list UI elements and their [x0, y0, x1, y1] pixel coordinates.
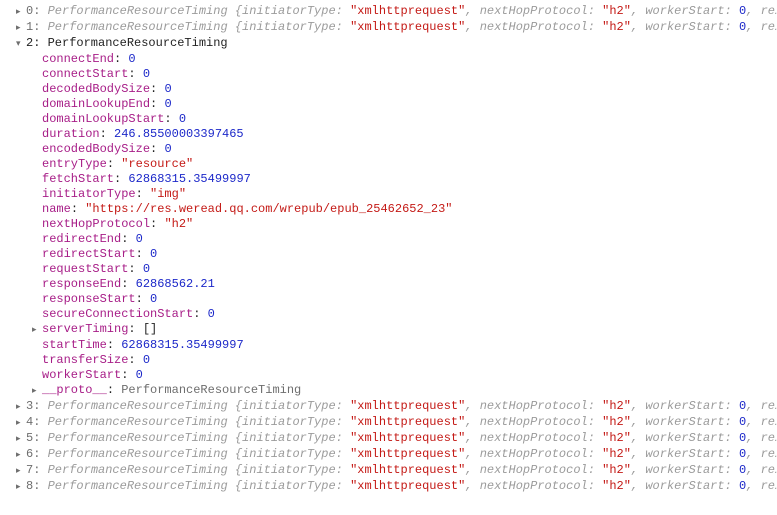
object-property[interactable]: domainLookupStart: 0 [4, 112, 773, 127]
prop-value: 0 [208, 307, 215, 321]
expand-toggle-icon[interactable] [16, 20, 26, 36]
prop-key: responseStart [42, 292, 136, 306]
proto-key: __proto__ [42, 383, 107, 397]
prop-key: redirectStart [42, 247, 136, 261]
prop-key: redirectEnd [42, 232, 121, 246]
prop-value: 0 [150, 292, 157, 306]
prop-key: startTime [42, 338, 107, 352]
object-property[interactable]: initiatorType: "img" [4, 187, 773, 202]
prop-key: duration [42, 127, 100, 141]
object-proto[interactable]: __proto__: PerformanceResourceTiming [4, 383, 773, 399]
prop-value: 0 [136, 368, 143, 382]
object-property[interactable]: duration: 246.85500003397465 [4, 127, 773, 142]
object-property[interactable]: secureConnectionStart: 0 [4, 307, 773, 322]
object-property[interactable]: encodedBodySize: 0 [4, 142, 773, 157]
prop-key: requestStart [42, 262, 128, 276]
expand-toggle-icon[interactable] [16, 415, 26, 431]
prop-value: "resource" [121, 157, 193, 171]
prop-key: domainLookupStart [42, 112, 164, 126]
prop-value: 0 [164, 97, 171, 111]
prop-key: initiatorType [42, 187, 136, 201]
prop-value: 62868562.21 [136, 277, 215, 291]
prop-value: 0 [136, 232, 143, 246]
object-property[interactable]: fetchStart: 62868315.35499997 [4, 172, 773, 187]
array-item-collapsed[interactable]: 6: PerformanceResourceTiming {initiatorT… [4, 447, 773, 463]
prop-key: name [42, 202, 71, 216]
expand-toggle-icon[interactable] [16, 447, 26, 463]
expand-toggle-icon[interactable] [16, 463, 26, 479]
prop-key: domainLookupEnd [42, 97, 150, 111]
array-item-collapsed[interactable]: 1: PerformanceResourceTiming {initiatorT… [4, 20, 773, 36]
prop-value: "img" [150, 187, 186, 201]
expand-toggle-icon[interactable] [32, 322, 42, 338]
prop-key: encodedBodySize [42, 142, 150, 156]
collapse-toggle-icon[interactable] [16, 36, 26, 52]
array-item-collapsed[interactable]: 3: PerformanceResourceTiming {initiatorT… [4, 399, 773, 415]
prop-value: 0 [164, 82, 171, 96]
expand-toggle-icon[interactable] [16, 479, 26, 495]
prop-value: 0 [128, 52, 135, 66]
prop-value: "h2" [164, 217, 193, 231]
proto-value: PerformanceResourceTiming [121, 383, 301, 397]
prop-value: 0 [143, 67, 150, 81]
expand-toggle-icon[interactable] [16, 399, 26, 415]
object-property[interactable]: workerStart: 0 [4, 368, 773, 383]
expand-toggle-icon[interactable] [32, 383, 42, 399]
prop-value: 0 [143, 262, 150, 276]
prop-key: entryType [42, 157, 107, 171]
prop-key: connectStart [42, 67, 128, 81]
prop-key: fetchStart [42, 172, 114, 186]
array-item-collapsed[interactable]: 8: PerformanceResourceTiming {initiatorT… [4, 479, 773, 495]
object-property[interactable]: responseStart: 0 [4, 292, 773, 307]
object-property[interactable]: startTime: 62868315.35499997 [4, 338, 773, 353]
object-property[interactable]: connectStart: 0 [4, 67, 773, 82]
array-item-expanded[interactable]: 2: PerformanceResourceTiming [4, 36, 773, 52]
expand-toggle-icon[interactable] [16, 431, 26, 447]
prop-key: connectEnd [42, 52, 114, 66]
prop-value: 246.85500003397465 [114, 127, 244, 141]
array-item-collapsed[interactable]: 4: PerformanceResourceTiming {initiatorT… [4, 415, 773, 431]
prop-value: [] [143, 322, 157, 336]
object-property[interactable]: requestStart: 0 [4, 262, 773, 277]
prop-value: 0 [179, 112, 186, 126]
object-property[interactable]: responseEnd: 62868562.21 [4, 277, 773, 292]
prop-key: serverTiming [42, 322, 128, 336]
prop-value: 0 [143, 353, 150, 367]
array-item-collapsed[interactable]: 5: PerformanceResourceTiming {initiatorT… [4, 431, 773, 447]
object-property[interactable]: nextHopProtocol: "h2" [4, 217, 773, 232]
array-item-collapsed[interactable]: 7: PerformanceResourceTiming {initiatorT… [4, 463, 773, 479]
array-item-collapsed[interactable]: 0: PerformanceResourceTiming {initiatorT… [4, 4, 773, 20]
prop-value: 62868315.35499997 [121, 338, 243, 352]
object-property[interactable]: redirectStart: 0 [4, 247, 773, 262]
object-property[interactable]: decodedBodySize: 0 [4, 82, 773, 97]
prop-key: transferSize [42, 353, 128, 367]
object-property[interactable]: name: "https://res.weread.qq.com/wrepub/… [4, 202, 773, 217]
object-property[interactable]: transferSize: 0 [4, 353, 773, 368]
prop-value: "https://res.weread.qq.com/wrepub/epub_2… [85, 202, 452, 216]
object-property[interactable]: entryType: "resource" [4, 157, 773, 172]
object-property[interactable]: serverTiming: [] [4, 322, 773, 338]
prop-value: 0 [150, 247, 157, 261]
prop-key: workerStart [42, 368, 121, 382]
prop-value: 0 [164, 142, 171, 156]
object-property[interactable]: redirectEnd: 0 [4, 232, 773, 247]
object-property[interactable]: connectEnd: 0 [4, 52, 773, 67]
prop-key: nextHopProtocol [42, 217, 150, 231]
console-object-tree: 0: PerformanceResourceTiming {initiatorT… [4, 4, 773, 495]
object-property[interactable]: domainLookupEnd: 0 [4, 97, 773, 112]
prop-value: 62868315.35499997 [128, 172, 250, 186]
prop-key: decodedBodySize [42, 82, 150, 96]
expand-toggle-icon[interactable] [16, 4, 26, 20]
prop-key: secureConnectionStart [42, 307, 193, 321]
prop-key: responseEnd [42, 277, 121, 291]
